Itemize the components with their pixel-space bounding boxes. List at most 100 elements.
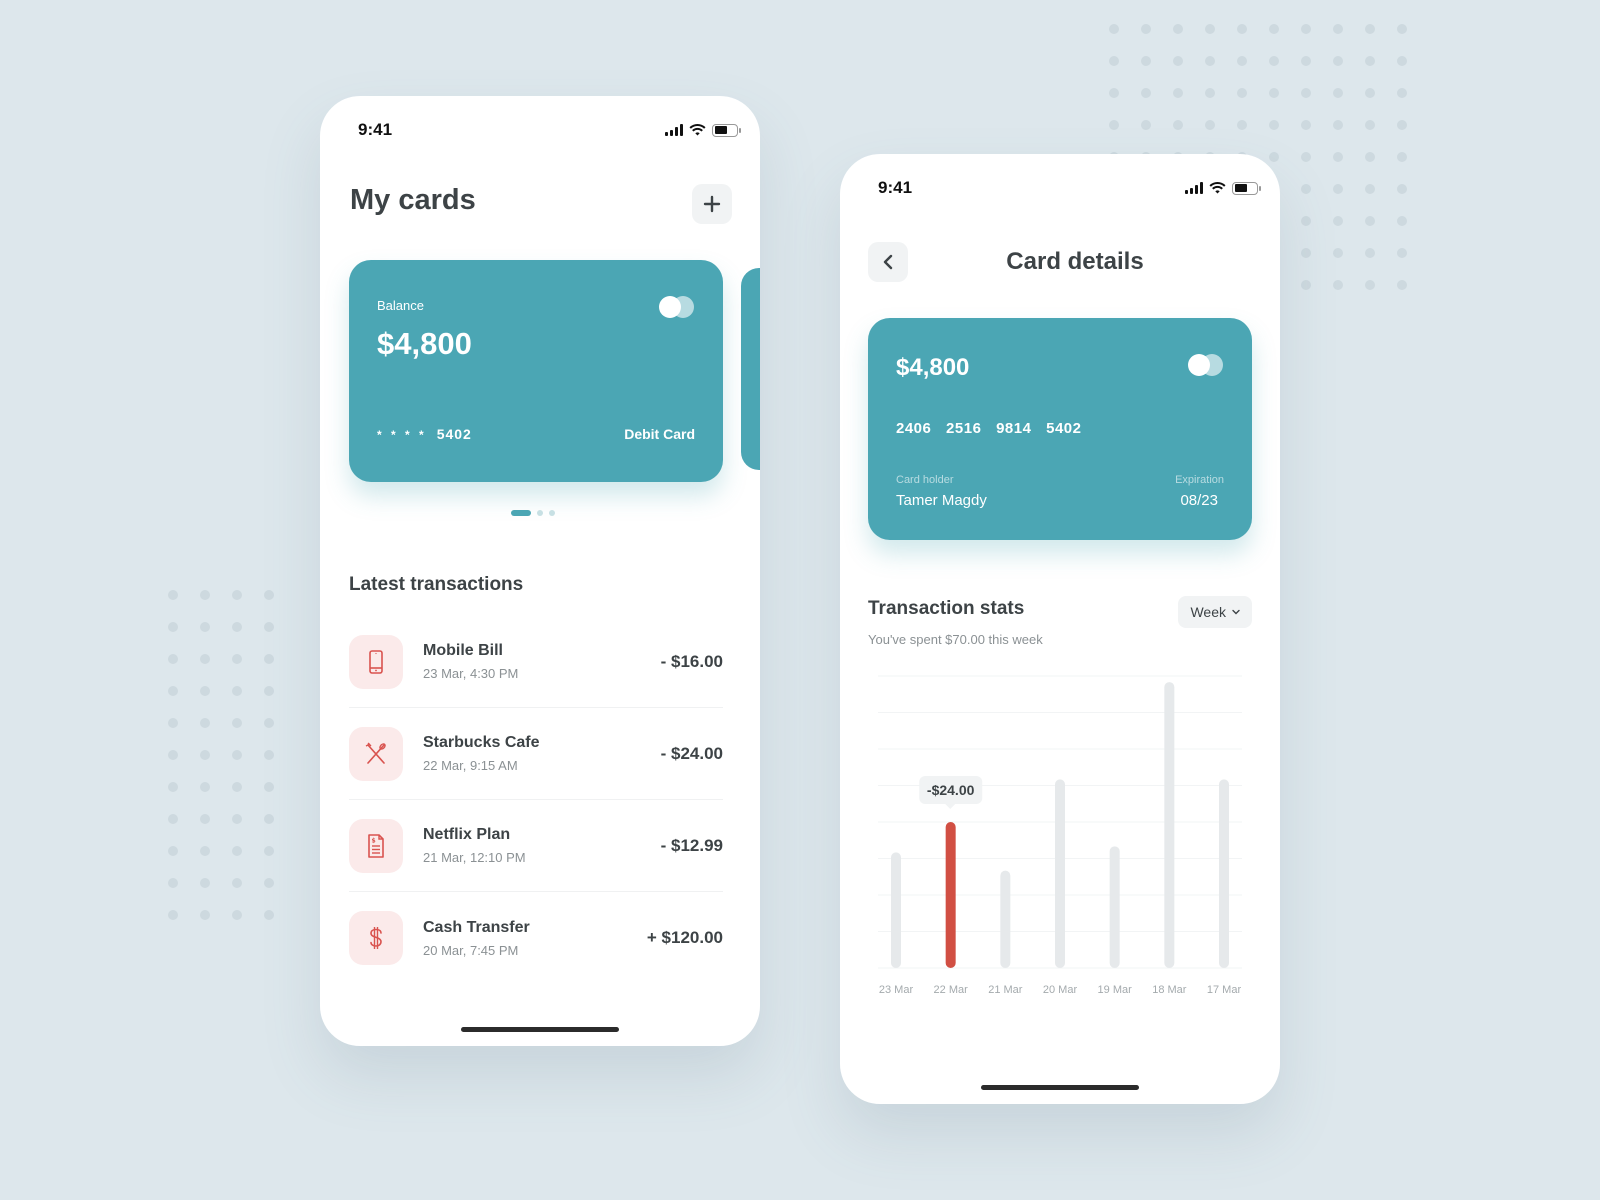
transaction-name: Starbucks Cafe [423,734,540,751]
period-select-value: Week [1190,604,1226,620]
transaction-name: Netflix Plan [423,826,511,843]
dot [1269,152,1279,162]
next-card-preview[interactable] [741,268,760,470]
dot [1301,280,1311,290]
signal-icon [665,124,683,136]
dot [232,814,242,824]
status-time: 9:41 [878,178,913,197]
dot [1173,120,1183,130]
dot [1333,216,1343,226]
dot [168,622,178,632]
chart-x-label: 23 Mar [878,984,914,996]
dot [200,590,210,600]
dot [1237,24,1247,34]
dot [1301,216,1311,226]
chart-plot [878,675,1242,969]
transaction-chart: 23 Mar 22 Mar -$24.00 21 Mar 20 Mar 19 Mar 18 … [878,668,1242,1008]
dot [1301,248,1311,258]
add-card-button[interactable] [692,184,732,224]
dot [264,590,274,600]
transaction-amount: - $16.00 [660,651,723,671]
dot [232,846,242,856]
card-holder-label: Card holder [896,474,954,486]
transaction-amount: - $24.00 [660,743,723,763]
transaction-list: Mobile Bill 23 Mar, 4:30 PM - $16.00 Sta… [349,616,723,984]
dot [1301,152,1311,162]
dot [1397,88,1407,98]
pager-dot-active[interactable] [511,510,531,516]
dot [1301,120,1311,130]
dot [1333,56,1343,66]
transaction-item[interactable]: Starbucks Cafe 22 Mar, 9:15 AM - $24.00 [349,708,723,800]
debit-card[interactable]: Balance $4,800 * * * * 5402 Debit Card [349,260,723,482]
expiration-label: Expiration [1175,474,1224,486]
dot [1269,24,1279,34]
card-last4: 5402 [436,426,472,442]
pager-dot[interactable] [549,510,555,516]
dot [1205,56,1215,66]
dot [1365,216,1375,226]
transaction-date: 22 Mar, 9:15 AM [423,758,518,773]
period-select[interactable]: Week [1178,596,1252,628]
card-holder-name: Tamer Magdy [896,492,987,509]
dot [200,622,210,632]
dot [264,878,274,888]
dot [1109,120,1119,130]
chart-x-label: 19 Mar [1097,984,1132,996]
chart-tooltip: -$24.00 [918,776,983,809]
transaction-date: 23 Mar, 4:30 PM [423,666,519,681]
dot [168,654,178,664]
dot [1333,88,1343,98]
dot [200,910,210,920]
dot [1333,280,1343,290]
dot [1301,56,1311,66]
phone-my-cards: 9:41 My cards Balance $4,800 * * * * 5402… [320,96,760,1046]
chart-x-label: 21 Mar [988,984,1023,996]
dot [1205,120,1215,130]
dot [168,814,178,824]
dot [1365,24,1375,34]
card-detail: $4,800 2406 2516 9814 5402 Card holder T… [868,318,1252,540]
dot [1397,24,1407,34]
battery-icon [712,123,741,137]
status-time: 9:41 [358,120,393,139]
dot [1109,88,1119,98]
dot [1205,88,1215,98]
dot [200,814,210,824]
invoice-icon: $ [368,833,384,858]
page-title: Card details [1006,248,1144,275]
status-bar: 9:41 [878,176,1261,200]
section-title-stats: Transaction stats [868,598,1025,619]
dot [1365,184,1375,194]
dot [1365,280,1375,290]
stats-subtitle: You've spent $70.00 this week [868,632,1043,647]
transaction-date: 21 Mar, 12:10 PM [423,850,526,865]
dot [264,782,274,792]
dot [264,622,274,632]
phone-card-details: 9:41 Card details $4,800 2406 2516 9814 … [840,154,1280,1104]
card-type: Debit Card [624,426,695,442]
dot [232,686,242,696]
transaction-amount: + $120.00 [646,928,723,947]
dot [1397,184,1407,194]
dot [200,846,210,856]
dot [200,878,210,888]
dot [1365,88,1375,98]
transaction-item[interactable]: Mobile Bill 23 Mar, 4:30 PM - $16.00 [349,616,723,708]
balance-value: $4,800 [896,354,970,381]
home-indicator[interactable] [461,1027,619,1032]
background-dot-pattern [168,590,296,942]
dot [232,878,242,888]
home-indicator[interactable] [981,1085,1139,1090]
dot [1109,24,1119,34]
dot [232,910,242,920]
dot [168,878,178,888]
transaction-item[interactable]: $ Netflix Plan 21 Mar, 12:10 PM - $12.99 [349,800,723,892]
dot [232,782,242,792]
dot [264,654,274,664]
pager-dot[interactable] [537,510,543,516]
transaction-item[interactable]: Cash Transfer 20 Mar, 7:45 PM + $120.00 [349,892,723,984]
dot [1237,56,1247,66]
dot [1397,216,1407,226]
smartphone-icon [369,649,383,674]
